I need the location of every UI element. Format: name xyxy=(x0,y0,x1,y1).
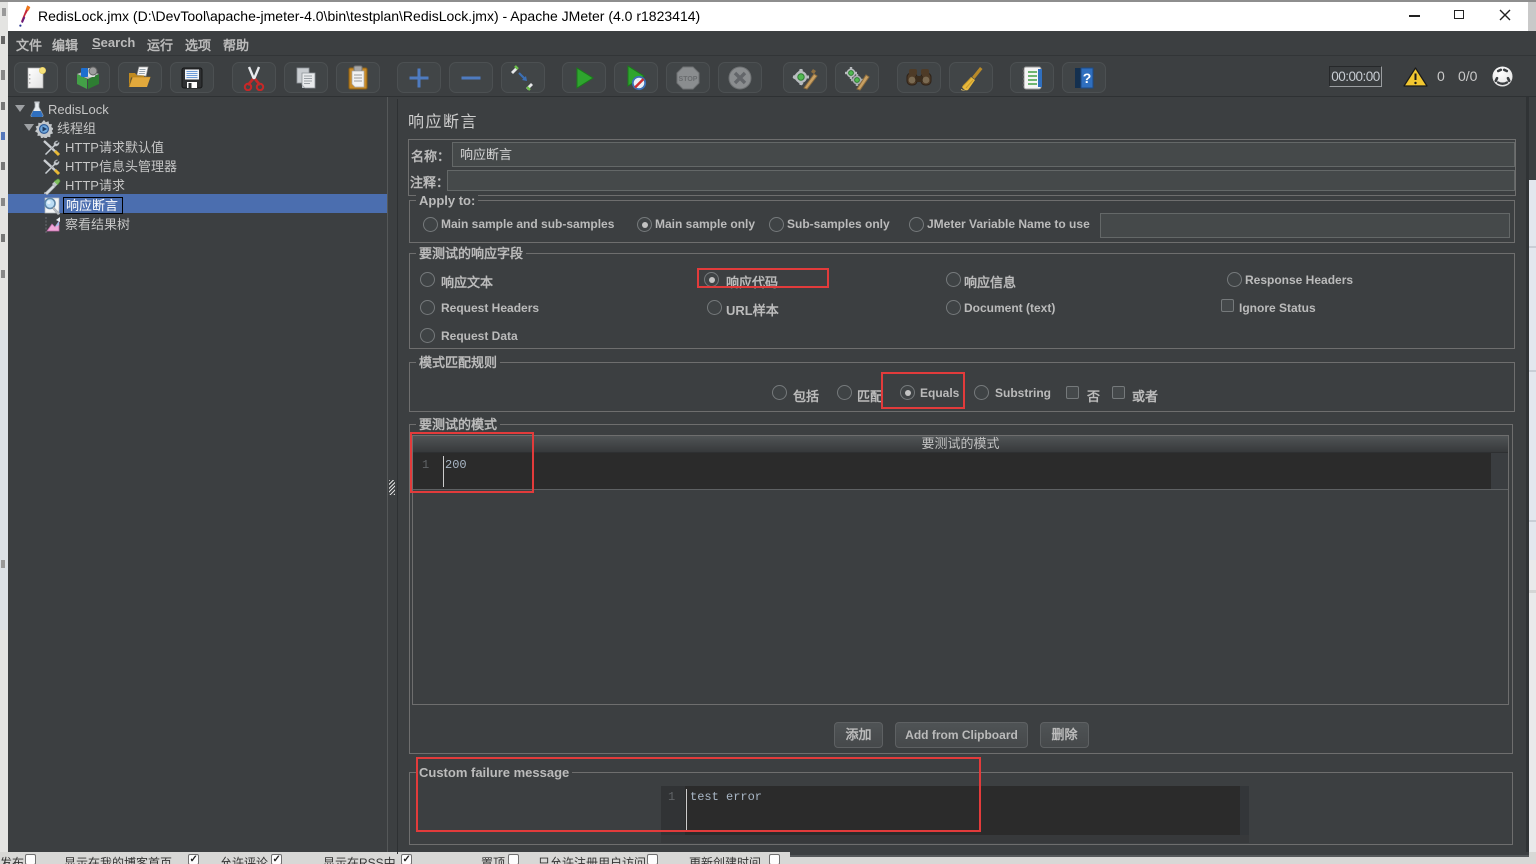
svg-text:?: ? xyxy=(1083,70,1092,86)
svg-text:STOP: STOP xyxy=(679,76,698,83)
